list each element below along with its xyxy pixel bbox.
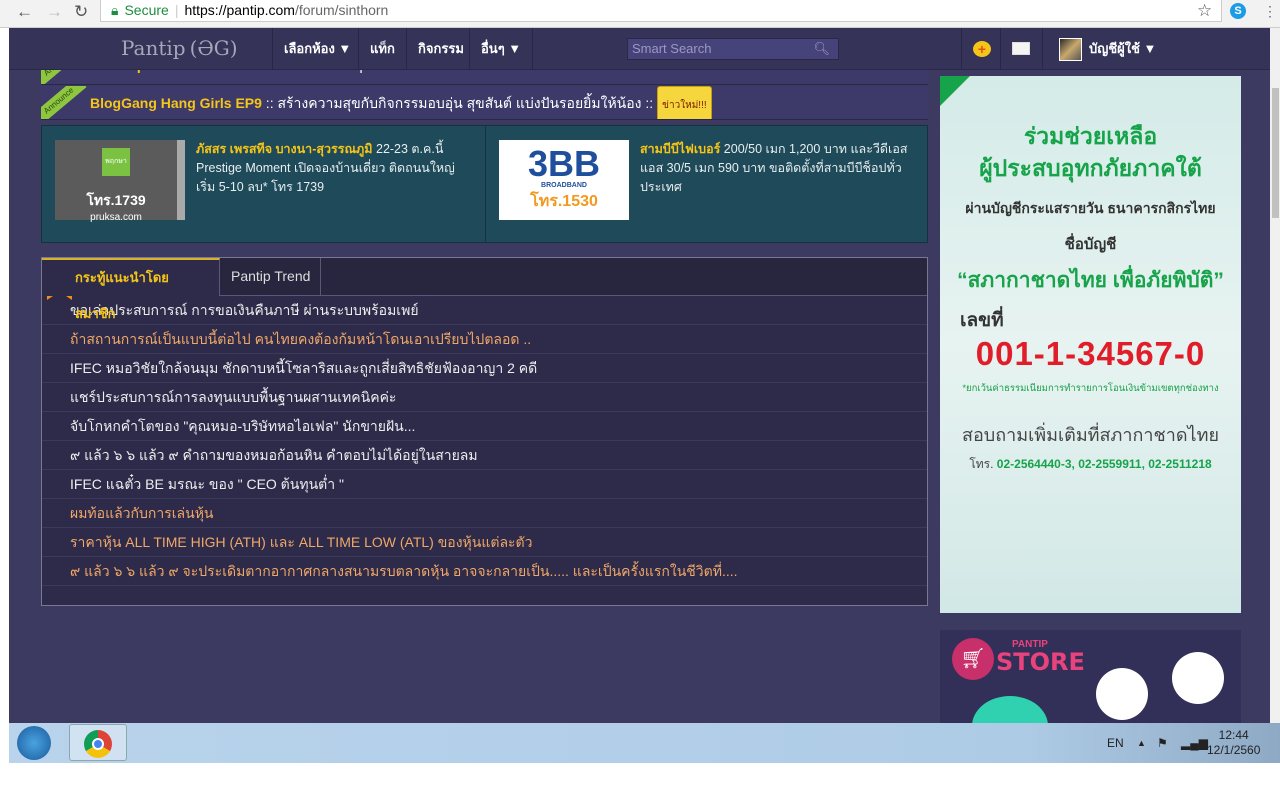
topic-link[interactable]: ๙ แล้ว ๖ ๖ แล้ว ๙ จะประเดิมตากอากาศกลางส… <box>42 557 927 586</box>
start-button[interactable] <box>17 726 51 760</box>
account-menu[interactable]: บัญชีผู้ใช้ ▼ <box>1089 28 1156 70</box>
reload-icon[interactable]: ↻ <box>74 2 88 22</box>
account-number: 001-1-34567-0 <box>975 335 1206 372</box>
top-nav: Pantip (ƏG) เลือกห้อง ▼ แท็ก กิจกรรม อื่น… <box>9 28 1270 70</box>
url-path: /forum/sinthorn <box>294 2 389 18</box>
nav-more[interactable]: อื่นๆ ▼ <box>469 28 534 70</box>
donation-banner[interactable]: ร่วมช่วยเหลือ ผู้ประสบอุทกภัยภาคใต้ ผ่าน… <box>940 76 1241 613</box>
windows-taskbar: EN ▲ ⚑ ▂▄▆ 12:44 12/1/2560 <box>9 723 1280 763</box>
taskbar-chrome[interactable] <box>69 724 127 761</box>
nav-select-room[interactable]: เลือกห้อง ▼ <box>272 28 362 70</box>
search-icon[interactable]: 🔍︎ <box>813 39 830 59</box>
banner-heading: ผู้ประสบอุทกภัยภาคใต้ <box>979 155 1202 181</box>
new-topic-icon[interactable]: + <box>973 41 991 57</box>
sponsored-ads: พฤกษา โทร.1739 pruksa.com ภัสสร เพรสทีจ … <box>41 125 928 243</box>
chrome-icon <box>84 730 112 758</box>
tray-expand-icon[interactable]: ▲ <box>1137 723 1146 763</box>
back-icon[interactable]: ← <box>16 2 33 22</box>
announcement-title[interactable]: BlogGang Hang Girls EP9 <box>90 95 262 111</box>
announcement-text: :: สร้างความสุขกับกิจกรรมอบอุ่น สุขสันต์… <box>261 95 654 111</box>
network-signal-icon[interactable]: ▂▄▆ <box>1181 723 1208 763</box>
account-label: ชื่อบัญชี <box>1064 236 1117 253</box>
address-bar[interactable]: 🔒︎ Secure | https://pantip.com/forum/sintho… <box>100 0 1222 22</box>
chrome-menu-icon[interactable]: ⋮ <box>1263 3 1277 20</box>
page-content: Pantip (ƏG) เลือกห้อง ▼ แท็ก กิจกรรม อื่น… <box>9 28 1270 723</box>
ad-card[interactable]: พฤกษา โทร.1739 pruksa.com ภัสสร เพรสทีจ … <box>42 126 485 242</box>
topic-link[interactable]: ผมท้อแล้วกับการเล่นหุ้น <box>42 499 927 528</box>
mascot-image <box>972 696 1048 723</box>
account-no-label: เลขที่ <box>960 310 1004 331</box>
avatar[interactable] <box>1059 38 1082 61</box>
banner-heading: ร่วมช่วยเหลือ <box>1023 123 1158 149</box>
topic-link[interactable]: ราคาหุ้น ALL TIME HIGH (ATH) และ ALL TIM… <box>42 528 927 557</box>
ad-title[interactable]: สามบีบีไฟเบอร์ <box>640 142 720 156</box>
new-badge: ข่าวใหม่!!! <box>657 86 712 119</box>
topic-link[interactable]: แชร์ประสบการณ์การลงทุนแบบพื้นฐานผสานเทคน… <box>42 383 927 412</box>
bookmark-star-icon[interactable]: ☆ <box>1197 1 1212 21</box>
mail-icon[interactable] <box>1012 42 1030 55</box>
page-scrollbar[interactable] <box>1270 28 1280 723</box>
topic-link[interactable]: ขอเล่าประสบการณ์ การขอเงินคืนภาษี ผ่านระ… <box>42 296 927 325</box>
tab-member-recommended[interactable]: กระทู้แนะนำโดยสมาชิก <box>42 258 220 321</box>
nav-tags[interactable]: แท็ก <box>358 28 406 70</box>
topic-link[interactable]: IFEC แฉตั๋ว BE มรณะ ของ " CEO ต้นทุนต่ำ … <box>42 470 927 499</box>
inquiry-text: สอบถามเพิ่มเติมที่สภากาชาดไทย <box>962 425 1219 445</box>
topic-link[interactable]: ๙ แล้ว ๖ ๖ แล้ว ๙ คำถามของหมอก้อนหิน คำต… <box>42 441 927 470</box>
language-indicator[interactable]: EN <box>1107 723 1124 763</box>
topic-link[interactable]: IFEC หมอวิชัยใกล้จนมุม ชักดาบหนี้โซลาริส… <box>42 354 927 383</box>
forward-icon[interactable]: → <box>46 2 63 22</box>
tel-numbers: 02-2564440-3, 02-2559911, 02-2511218 <box>996 457 1212 471</box>
pantip-store-banner[interactable]: 🛒︎ PANTIP STORE <box>940 630 1241 723</box>
tab-pantip-trend[interactable]: Pantip Trend <box>221 258 322 296</box>
announce-ribbon: Announce <box>41 86 87 119</box>
fee-note: *ยกเว้นค่าธรรมเนียมการทำรายการโอนเงินข้า… <box>962 383 1219 394</box>
browser-toolbar: ← → ↻ 🔒︎ Secure | https://pantip.com/forum/… <box>0 0 1280 28</box>
clock[interactable]: 12:44 12/1/2560 <box>1207 728 1260 758</box>
bank-text: ผ่านบัญชีกระแสรายวัน ธนาคารกสิกรไทย <box>965 200 1216 216</box>
url-domain: https://pantip.com <box>184 2 295 18</box>
pantip-logo[interactable]: Pantip (ƏG) <box>117 34 238 61</box>
account-name: “สภากาชาดไทย เพื่อภัยพิบัติ” <box>957 269 1224 292</box>
recommended-topics-panel: 🏆︎ กระทู้แนะนำโดยสมาชิก Pantip Trend ขอเ… <box>41 257 928 606</box>
ad-card[interactable]: 3BB BROADBAND โทร.1530 สามบีบีไฟเบอร์ 20… <box>485 126 928 242</box>
lock-icon: 🔒︎ <box>111 2 119 18</box>
ad-title[interactable]: ภัสสร เพรสทีจ บางนา-สุวรรณภูมิ <box>196 142 373 156</box>
cart-icon: 🛒︎ <box>952 638 994 680</box>
action-center-flag-icon[interactable]: ⚑ <box>1157 723 1168 763</box>
topic-link[interactable]: ถ้าสถานการณ์เป็นแบบนี้ต่อไป คนไทยคงต้องก… <box>42 325 927 354</box>
nav-activities[interactable]: กิจกรรม <box>406 28 475 70</box>
announcement-row[interactable]: Announce BlogGang Hang Girls EP9 :: สร้า… <box>41 86 928 120</box>
tel-label: โทร. <box>969 457 994 471</box>
skype-extension-icon[interactable]: S <box>1230 3 1246 19</box>
topic-link[interactable]: จับโกหกคำโตของ "คุณหมอ-บริษัทหอไอเฟล" นั… <box>42 412 927 441</box>
smart-search-input[interactable]: Smart Search 🔍︎ <box>627 38 839 60</box>
keychain-image <box>1096 668 1148 720</box>
pruksa-ad-image[interactable]: พฤกษา โทร.1739 pruksa.com <box>55 140 185 223</box>
secure-label: Secure <box>124 2 169 18</box>
keychain-image <box>1172 652 1224 704</box>
3bb-ad-image[interactable]: 3BB BROADBAND โทร.1530 <box>499 140 629 220</box>
